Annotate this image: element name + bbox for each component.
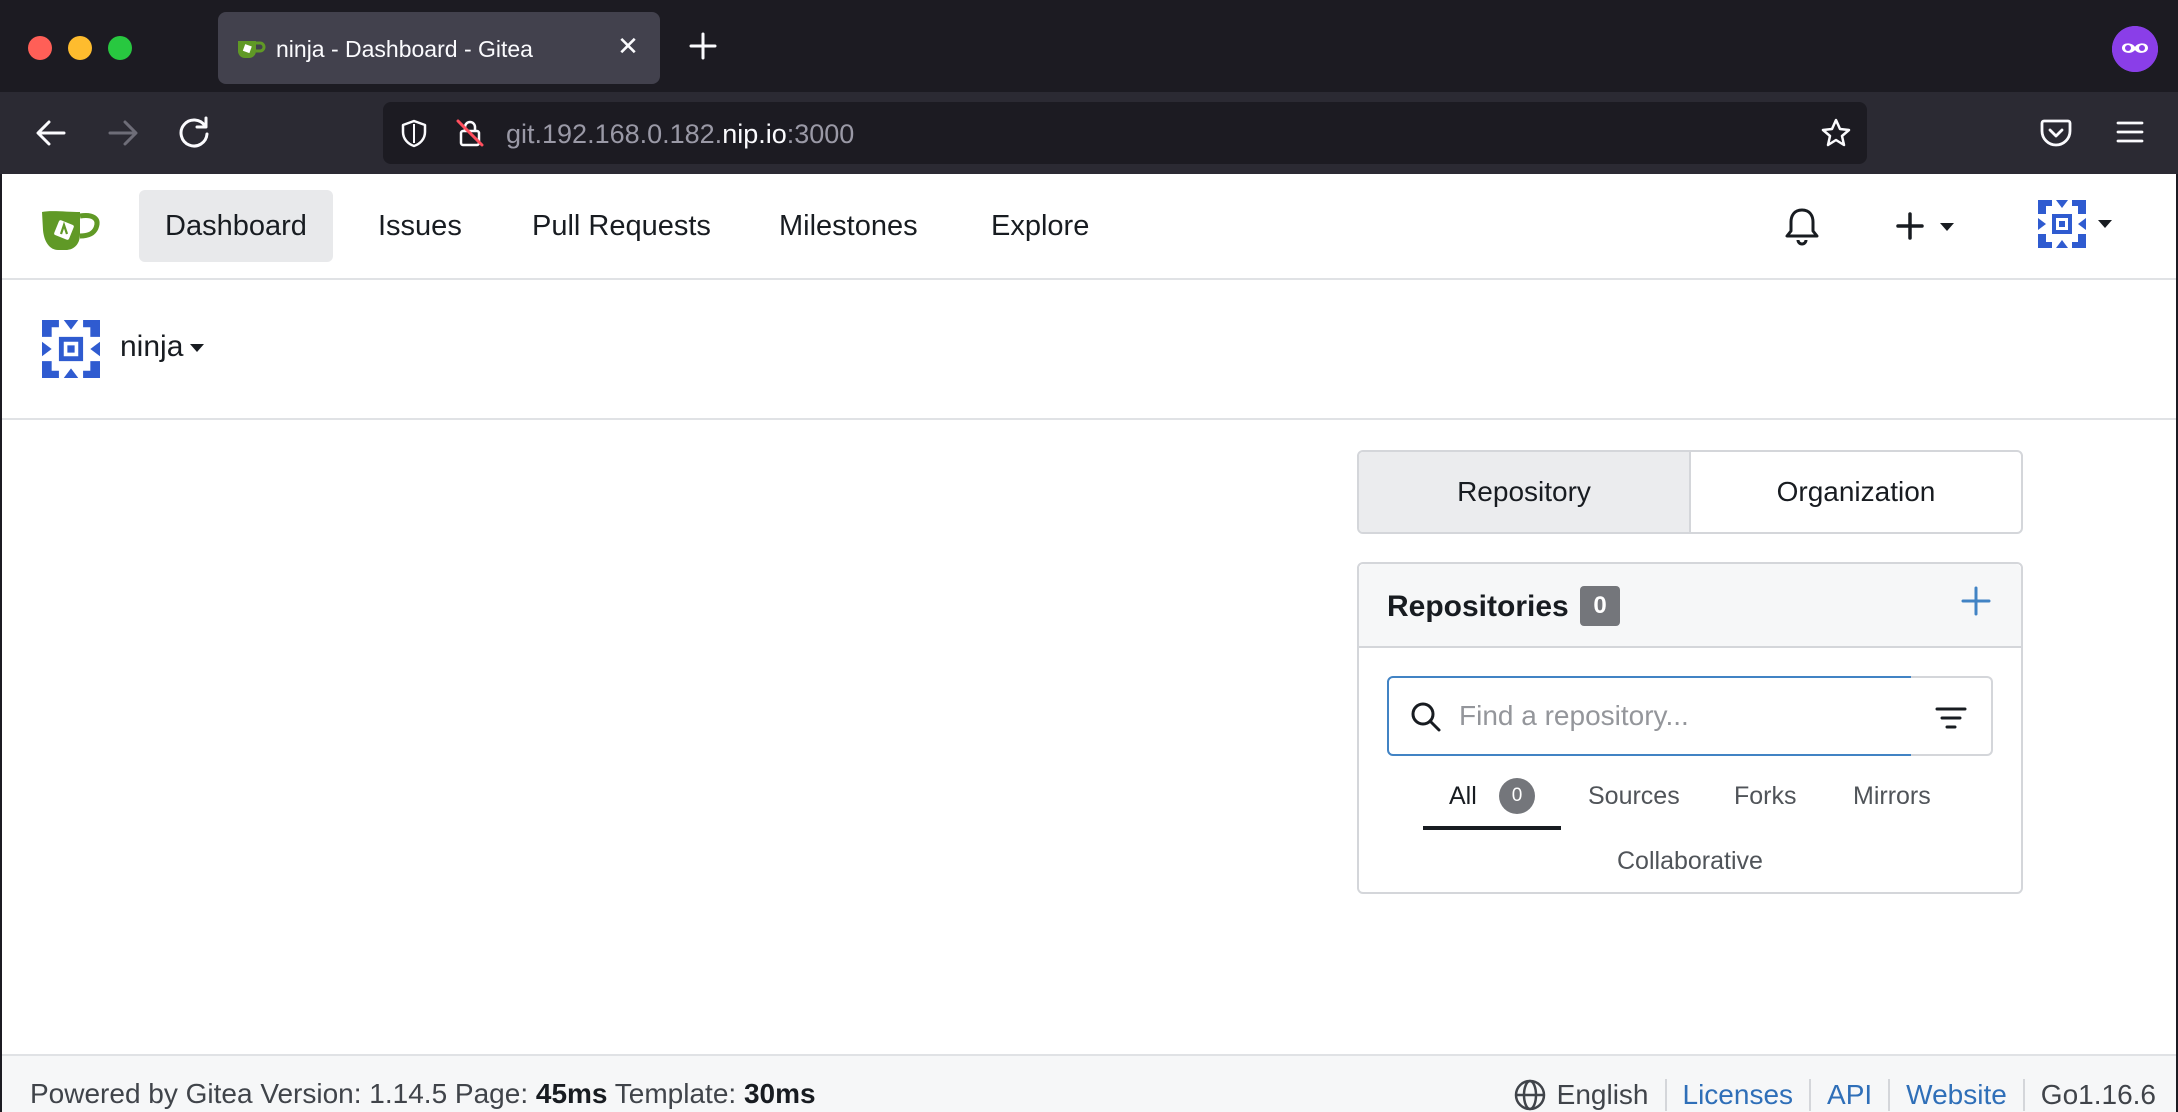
- repo-tab-mirrors[interactable]: Mirrors: [1853, 782, 1931, 811]
- footer-page-time: 45ms: [535, 1078, 608, 1109]
- footer-powered-by: Powered by Gitea Version: 1.14.5 Page:: [30, 1078, 529, 1109]
- page: Dashboard Issues Pull Requests Milestone…: [2, 174, 2176, 1112]
- address-bar[interactable]: git.192.168.0.182.nip.io:3000: [383, 102, 1867, 164]
- notifications-bell-icon[interactable]: [1780, 204, 1824, 248]
- website-link[interactable]: Website: [1906, 1079, 2007, 1111]
- gitea-header: Dashboard Issues Pull Requests Milestone…: [2, 174, 2176, 280]
- tab-repository[interactable]: Repository: [1359, 452, 1689, 532]
- close-tab-icon[interactable]: ✕: [614, 32, 642, 60]
- user-avatar-menu[interactable]: [2032, 194, 2118, 254]
- repo-tab-all-label: All: [1449, 782, 1477, 810]
- search-icon: [1411, 702, 1441, 732]
- context-username[interactable]: ninja: [120, 330, 183, 364]
- active-tab-underline: [1423, 826, 1561, 830]
- hamburger-menu-icon[interactable]: [2110, 112, 2150, 152]
- go-version: Go1.16.6: [2040, 1079, 2156, 1110]
- nav-explore[interactable]: Explore: [965, 190, 1115, 262]
- repo-tab-sources[interactable]: Sources: [1588, 782, 1680, 811]
- repo-search-input[interactable]: [1459, 678, 1909, 754]
- user-avatar[interactable]: [42, 320, 100, 378]
- context-dropdown-caret-icon[interactable]: [190, 344, 204, 352]
- footer-divider: [1809, 1079, 1812, 1111]
- url-prefix: git.192.168.0.182.: [506, 119, 723, 149]
- repositories-panel: Repositories 0 All: [1357, 562, 2023, 894]
- insecure-lock-icon[interactable]: [455, 118, 485, 148]
- url-domain: nip.io: [722, 119, 787, 149]
- footer-links: English Licenses API Website Go1.16.6: [1513, 1078, 2156, 1112]
- footer-version-info: Powered by Gitea Version: 1.14.5 Page: 4…: [30, 1078, 816, 1110]
- nav-pull-requests[interactable]: Pull Requests: [506, 190, 737, 262]
- repo-org-switch: Repository Organization: [1357, 450, 2023, 534]
- repo-search-box: [1387, 676, 1913, 756]
- licenses-link[interactable]: Licenses: [1683, 1079, 1794, 1111]
- private-browsing-icon[interactable]: [2112, 26, 2158, 72]
- repositories-count-badge: 0: [1580, 586, 1620, 626]
- language-selector[interactable]: English: [1557, 1079, 1649, 1111]
- gitea-favicon-icon: [238, 41, 266, 58]
- nav-issues[interactable]: Issues: [352, 190, 488, 262]
- footer-divider: [1664, 1079, 1667, 1111]
- url-text[interactable]: git.192.168.0.182.nip.io:3000: [506, 119, 854, 150]
- reload-icon[interactable]: [171, 110, 217, 156]
- new-tab-icon[interactable]: [685, 28, 721, 64]
- repositories-header: Repositories 0: [1359, 564, 2021, 648]
- nav-milestones[interactable]: Milestones: [753, 190, 944, 262]
- filter-icon: [1935, 707, 1967, 729]
- tracking-protection-icon[interactable]: [399, 118, 429, 148]
- minimize-window-button[interactable]: [68, 36, 92, 60]
- repo-tab-all-count: 0: [1499, 778, 1535, 814]
- tab-title: ninja - Dashboard - Gitea: [276, 36, 533, 62]
- zoom-window-button[interactable]: [108, 36, 132, 60]
- globe-icon: [1514, 1079, 1545, 1111]
- repo-tab-collaborative[interactable]: Collaborative: [1617, 847, 1763, 876]
- repo-filter-tabs: All 0 Sources Forks Mirrors Collaborativ…: [1359, 764, 2021, 894]
- nav-dashboard[interactable]: Dashboard: [139, 190, 333, 262]
- forward-icon[interactable]: [100, 110, 146, 156]
- gitea-logo-icon[interactable]: [40, 204, 102, 254]
- url-port: :3000: [786, 119, 855, 149]
- repo-tab-all[interactable]: All: [1449, 782, 1477, 811]
- repositories-title: Repositories: [1387, 590, 1569, 623]
- browser-tab[interactable]: ninja - Dashboard - Gitea ✕: [218, 12, 660, 84]
- tab-organization[interactable]: Organization: [1689, 452, 2021, 532]
- browser-titlebar: ninja - Dashboard - Gitea ✕: [0, 0, 2178, 92]
- repo-search: [1387, 676, 1993, 756]
- back-icon[interactable]: [28, 110, 74, 156]
- repo-tab-forks[interactable]: Forks: [1734, 782, 1797, 811]
- footer-template-time: 30ms: [743, 1078, 816, 1109]
- bookmark-star-icon[interactable]: [1819, 116, 1853, 150]
- footer-template-label: Template:: [614, 1078, 737, 1109]
- api-link[interactable]: API: [1827, 1079, 1872, 1111]
- create-new-menu-icon[interactable]: [1890, 204, 1960, 248]
- close-window-button[interactable]: [28, 36, 52, 60]
- footer: Powered by Gitea Version: 1.14.5 Page: 4…: [2, 1054, 2176, 1112]
- pocket-icon[interactable]: [2036, 112, 2076, 152]
- context-user-bar: ninja: [2, 280, 2176, 420]
- footer-divider: [1888, 1079, 1891, 1111]
- browser-toolbar: git.192.168.0.182.nip.io:3000: [0, 92, 2178, 174]
- footer-divider: [2022, 1079, 2025, 1111]
- add-repository-plus-icon[interactable]: [1959, 584, 1993, 618]
- repo-filter-button[interactable]: [1911, 676, 1993, 756]
